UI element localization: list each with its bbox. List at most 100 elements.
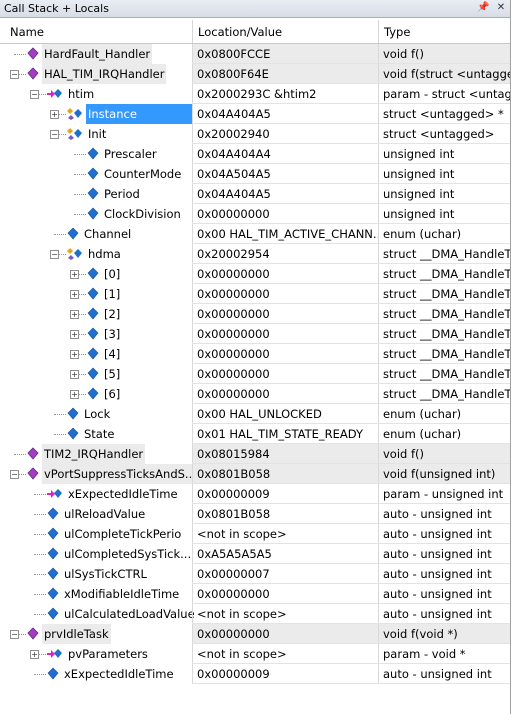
tree-row[interactable]: + [0] 0x00000000 struct __DMA_HandleTy [0, 264, 510, 284]
row-value[interactable]: 0x00 HAL_UNLOCKED [192, 404, 378, 424]
row-value[interactable]: 0x04A404A4 [192, 144, 378, 164]
expand-icon[interactable]: + [70, 370, 79, 379]
tree-row[interactable]: + [2] 0x00000000 struct __DMA_HandleTy [0, 304, 510, 324]
row-value[interactable]: 0xA5A5A5A5 [192, 544, 378, 564]
row-value[interactable]: 0x00 HAL_TIM_ACTIVE_CHANN... [192, 224, 378, 244]
tree-row[interactable]: ulCalculatedLoadValue <not in scope> auto … [0, 604, 510, 624]
expand-icon[interactable]: + [70, 350, 79, 359]
tree-row[interactable]: + pvParameters <not in scope> param - void … [0, 644, 510, 664]
tree-row[interactable]: TIM2_IRQHandler 0x08015984 void f() [0, 444, 510, 464]
expand-icon[interactable]: + [30, 650, 39, 659]
row-value[interactable]: 0x0800F64E [192, 64, 378, 84]
expand-icon[interactable]: + [70, 310, 79, 319]
tree-row[interactable]: ClockDivision 0x00000000 unsigned int [0, 204, 510, 224]
collapse-icon[interactable]: − [50, 250, 59, 259]
tree-row[interactable]: − HAL_TIM_IRQHandler 0x0800F64E void f(stru… [0, 64, 510, 84]
tree-row[interactable]: ulCompleteTickPerio <not in scope> auto - … [0, 524, 510, 544]
expand-icon[interactable]: + [70, 270, 79, 279]
row-value[interactable]: 0x0801B058 [192, 464, 378, 484]
row-name: Instance [86, 104, 192, 124]
row-name: ulReloadValue [64, 507, 146, 521]
row-value[interactable]: 0x04A404A5 [192, 184, 378, 204]
row-value[interactable]: 0x00000000 [192, 384, 378, 404]
tree-row[interactable]: − hdma 0x20002954 struct __DMA_HandleTy [0, 244, 510, 264]
row-name: CounterMode [104, 167, 182, 181]
row-value[interactable]: 0x20002954 [192, 244, 378, 264]
row-value[interactable]: 0x04A504A5 [192, 164, 378, 184]
tree-row[interactable]: − htim 0x2000293C &htim2 param - struct <un… [0, 84, 510, 104]
row-name: Period [104, 187, 140, 201]
tree-row[interactable]: + [6] 0x00000000 struct __DMA_HandleTy [0, 384, 510, 404]
row-name: ulCalculatedLoadValue [64, 607, 194, 621]
tree-row[interactable]: ulCompletedSysTick... 0xA5A5A5A5 auto - un… [0, 544, 510, 564]
row-value[interactable]: 0x0800FCCE [192, 44, 378, 64]
tree-row[interactable]: + [1] 0x00000000 struct __DMA_HandleTy [0, 284, 510, 304]
row-value[interactable]: 0x2000293C &htim2 [192, 84, 378, 104]
tree-row[interactable]: State 0x01 HAL_TIM_STATE_READY enum (uchar… [0, 424, 510, 444]
row-value[interactable]: 0x01 HAL_TIM_STATE_READY [192, 424, 378, 444]
row-value[interactable]: <not in scope> [192, 604, 378, 624]
tree-row[interactable]: Channel 0x00 HAL_TIM_ACTIVE_CHANN... enum … [0, 224, 510, 244]
row-type: param - void * [378, 644, 510, 664]
tree-row[interactable]: CounterMode 0x04A504A5 unsigned int [0, 164, 510, 184]
tree-row[interactable]: + [3] 0x00000000 struct __DMA_HandleTy [0, 324, 510, 344]
tree-row[interactable]: − vPortSuppressTicksAndS... 0x0801B058 void… [0, 464, 510, 484]
row-value[interactable]: <not in scope> [192, 524, 378, 544]
expand-icon[interactable]: + [70, 290, 79, 299]
row-type: struct __DMA_HandleTy [378, 364, 510, 384]
row-name: ulCompleteTickPerio [64, 527, 182, 541]
row-value[interactable]: 0x0801B058 [192, 504, 378, 524]
collapse-icon[interactable]: − [10, 70, 19, 79]
row-value[interactable]: 0x00000000 [192, 324, 378, 344]
function-icon [26, 627, 40, 641]
tree-row[interactable]: Period 0x04A404A5 unsigned int [0, 184, 510, 204]
row-value[interactable]: 0x04A404A5 [192, 104, 378, 124]
row-name: HAL_TIM_IRQHandler [42, 64, 167, 84]
row-value[interactable]: 0x00000000 [192, 264, 378, 284]
collapse-icon[interactable]: − [30, 90, 39, 99]
row-value[interactable]: 0x00000009 [192, 484, 378, 504]
column-location-value[interactable]: Location/Value [198, 25, 282, 39]
row-value[interactable]: 0x00000009 [192, 664, 378, 684]
close-icon[interactable]: ✕ [495, 2, 507, 14]
expand-icon[interactable]: + [50, 110, 59, 119]
column-name[interactable]: Name [10, 25, 44, 39]
row-value[interactable]: <not in scope> [192, 644, 378, 664]
variable-icon [66, 427, 80, 441]
tree-row[interactable]: xModifiableIdleTime 0x00000000 auto - unsi… [0, 584, 510, 604]
tree-row[interactable]: ulReloadValue 0x0801B058 auto - unsigned i… [0, 504, 510, 524]
expand-icon[interactable]: + [70, 390, 79, 399]
tree-row[interactable]: xExpectedIdleTime 0x00000009 param - unsig… [0, 484, 510, 504]
column-type[interactable]: Type [384, 25, 410, 39]
tree-row[interactable]: HardFault_Handler 0x0800FCCE void f() [0, 44, 510, 64]
function-icon [26, 47, 40, 61]
tree-row[interactable]: Lock 0x00 HAL_UNLOCKED enum (uchar) [0, 404, 510, 424]
row-value[interactable]: 0x00000007 [192, 564, 378, 584]
row-value[interactable]: 0x00000000 [192, 304, 378, 324]
tree-row[interactable]: + [4] 0x00000000 struct __DMA_HandleTy [0, 344, 510, 364]
expand-icon[interactable]: + [70, 330, 79, 339]
collapse-icon[interactable]: − [50, 130, 59, 139]
row-value[interactable]: 0x20002940 [192, 124, 378, 144]
tree-row[interactable]: − Init 0x20002940 struct <untagged> [0, 124, 510, 144]
row-value[interactable]: 0x00000000 [192, 204, 378, 224]
struct-icon [66, 127, 82, 141]
row-value[interactable]: 0x00000000 [192, 364, 378, 384]
tree-row[interactable]: xExpectedIdleTime 0x00000009 auto - unsign… [0, 664, 510, 684]
struct-icon [66, 247, 82, 261]
pin-icon[interactable]: 📌 [477, 2, 489, 14]
tree-row[interactable]: Prescaler 0x04A404A4 unsigned int [0, 144, 510, 164]
tree-row[interactable]: + Instance 0x04A404A5 struct <untagged> * [0, 104, 510, 124]
row-value[interactable]: 0x00000000 [192, 624, 378, 644]
collapse-icon[interactable]: − [10, 630, 19, 639]
row-value[interactable]: 0x00000000 [192, 284, 378, 304]
row-value[interactable]: 0x08015984 [192, 444, 378, 464]
tree-row[interactable]: − prvIdleTask 0x00000000 void f(void *) [0, 624, 510, 644]
row-name: [6] [104, 387, 121, 401]
row-name: hdma [88, 247, 121, 261]
collapse-icon[interactable]: − [10, 470, 19, 479]
row-value[interactable]: 0x00000000 [192, 584, 378, 604]
tree-row[interactable]: + [5] 0x00000000 struct __DMA_HandleTy [0, 364, 510, 384]
row-value[interactable]: 0x00000000 [192, 344, 378, 364]
tree-row[interactable]: ulSysTickCTRL 0x00000007 auto - unsigned i… [0, 564, 510, 584]
